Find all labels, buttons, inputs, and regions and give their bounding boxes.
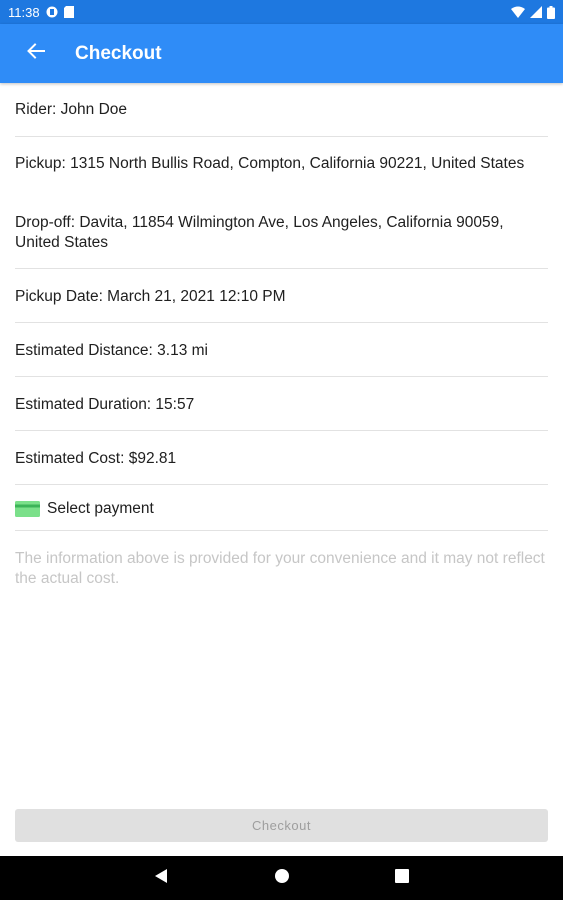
page-title: Checkout [75, 42, 162, 64]
home-circle-icon [274, 868, 290, 889]
battery-icon [547, 5, 555, 19]
status-right [511, 5, 555, 19]
estimated-duration: Estimated Duration: 15:57 [15, 396, 195, 413]
divider [15, 322, 548, 323]
recents-square-icon [395, 868, 409, 888]
divider [15, 530, 548, 531]
divider [15, 136, 548, 137]
back-button[interactable] [14, 32, 58, 76]
system-nav-bar [0, 856, 563, 900]
nav-home-button[interactable] [260, 856, 304, 900]
select-payment-label: Select payment [47, 500, 154, 517]
dropoff-address: Drop-off: Davita, 11854 Wilmington Ave, … [15, 214, 504, 251]
divider [15, 376, 548, 377]
divider [15, 484, 548, 485]
back-triangle-icon [154, 868, 168, 889]
estimated-cost: Estimated Cost: $92.81 [15, 450, 177, 467]
pickup-address: Pickup: 1315 North Bullis Road, Compton,… [15, 155, 525, 172]
arrow-left-icon [27, 43, 45, 64]
estimated-distance: Estimated Distance: 3.13 mi [15, 342, 208, 359]
pickup-date: Pickup Date: March 21, 2021 12:10 PM [15, 288, 286, 305]
status-left: 11:38 [8, 5, 74, 20]
checkout-button[interactable]: Checkout [15, 809, 548, 842]
divider [15, 268, 548, 269]
notification-icon [46, 6, 58, 18]
status-bar: 11:38 [0, 0, 563, 24]
sim-card-icon [63, 6, 74, 18]
wifi-icon [511, 6, 525, 18]
signal-icon [530, 6, 542, 18]
status-time: 11:38 [8, 4, 40, 20]
app-bar: Checkout [0, 24, 563, 83]
nav-recents-button[interactable] [380, 856, 424, 900]
credit-card-icon [15, 501, 40, 517]
rider-text: Rider: John Doe [15, 101, 128, 118]
nav-back-button[interactable] [139, 856, 183, 900]
divider [15, 430, 548, 431]
disclaimer-text: The information above is provided for yo… [15, 550, 545, 587]
select-payment-button[interactable]: Select payment [15, 496, 548, 522]
